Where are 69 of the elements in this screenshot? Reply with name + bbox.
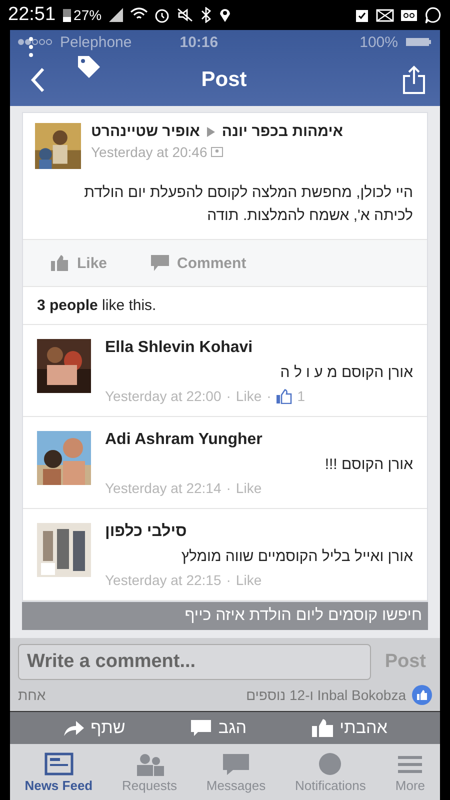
like-link[interactable]: Like xyxy=(236,388,262,404)
comment-time: Yesterday at 22:00 xyxy=(105,388,222,404)
comment-count: אחת xyxy=(18,687,46,703)
caption: חיפשו קוסמים ליום הולדת איזה כייף xyxy=(22,602,428,630)
thumbs-up-icon xyxy=(51,255,69,271)
speech-bubble-icon xyxy=(190,719,212,737)
reactions-summary[interactable]: Inbal Bokobza ו-12 נוספים xyxy=(246,687,406,703)
like-button[interactable]: Like xyxy=(47,250,112,276)
commenter-name[interactable]: Adi Ashram Yungher xyxy=(105,431,262,448)
likes-summary[interactable]: 3 people like this. xyxy=(23,287,427,325)
separator-dot: · xyxy=(226,572,231,588)
like-count: 1 xyxy=(297,388,306,404)
like-button[interactable]: אהבתי xyxy=(308,716,392,740)
author-name[interactable]: אופיר שטיינהרט xyxy=(91,123,200,140)
commenter-name[interactable]: סילבי כלפון xyxy=(105,523,187,540)
clipboard-icon xyxy=(354,7,370,23)
tag-icon[interactable] xyxy=(76,54,102,80)
share-button[interactable]: שתף xyxy=(58,716,130,740)
tab[interactable]: Requests xyxy=(120,750,179,794)
tab[interactable]: Notifications xyxy=(293,750,368,794)
share-arrow-icon xyxy=(62,719,85,737)
comment-time: Yesterday at 22:14 xyxy=(105,480,222,496)
like-reaction-icon xyxy=(412,685,432,705)
chat-icon xyxy=(424,6,442,24)
comment-text: אורן הקוסם !!! xyxy=(324,456,413,473)
share-icon[interactable] xyxy=(402,65,426,95)
thumbs-up-icon xyxy=(312,719,334,737)
comment-text: אורן הקוסם מ ע ו ל ה xyxy=(279,364,413,381)
status-time: 10:16 xyxy=(180,34,218,50)
messages-icon xyxy=(220,752,251,776)
comment-field[interactable]: Write a comment... xyxy=(18,644,371,680)
post-time: Yesterday at 20:46 xyxy=(91,144,208,160)
battery-icon xyxy=(406,37,432,47)
post-button[interactable]: Post xyxy=(378,650,432,674)
commenter-name[interactable]: Ella Shlevin Kohavi xyxy=(105,339,253,356)
battery-percent: 100% xyxy=(360,34,398,50)
back-icon[interactable] xyxy=(30,67,46,93)
comment-time: Yesterday at 22:15 xyxy=(105,572,222,588)
location-icon xyxy=(218,7,232,23)
requests-icon xyxy=(134,752,164,776)
separator-dot: · xyxy=(226,480,231,496)
voicemail-icon xyxy=(400,7,418,23)
separator-dot: · xyxy=(226,388,231,404)
page-title: Post xyxy=(201,68,247,92)
comment-button[interactable]: הגב xyxy=(186,716,251,740)
arrow-icon xyxy=(206,126,216,138)
like-link[interactable]: Like xyxy=(236,480,262,496)
bluetooth-icon xyxy=(200,7,212,23)
tab[interactable]: More xyxy=(393,750,428,794)
thumbs-up-icon xyxy=(276,388,292,404)
alarm-icon xyxy=(154,7,170,23)
more-vertical-icon[interactable] xyxy=(28,36,34,58)
speech-bubble-icon xyxy=(151,255,170,271)
battery-percent: 27% xyxy=(74,7,102,23)
comment-text: אורן ואייל בליל הקוסמיים שווה מומלץ xyxy=(180,548,413,565)
tab[interactable]: News Feed xyxy=(22,750,95,794)
carrier-name: Pelephone xyxy=(60,34,132,50)
group-name[interactable]: אימהות בכפר יונה xyxy=(222,123,343,140)
clock: 22:51 xyxy=(8,4,56,26)
tab[interactable]: Messages xyxy=(204,750,268,794)
comment-button[interactable]: Comment xyxy=(147,250,250,276)
like-link[interactable]: Like xyxy=(236,572,262,588)
battery-icon xyxy=(62,7,72,23)
mail-icon xyxy=(376,7,394,23)
signal-icon xyxy=(108,7,124,23)
post-text: היי לכולן, מחפשת המלצה לקוסם להפעלת יום הולדת לכיתה א', אשמח להמלצות. תודה xyxy=(83,183,414,226)
mute-icon xyxy=(176,7,194,23)
separator-dot: · xyxy=(266,388,272,404)
feed-icon xyxy=(44,752,74,776)
